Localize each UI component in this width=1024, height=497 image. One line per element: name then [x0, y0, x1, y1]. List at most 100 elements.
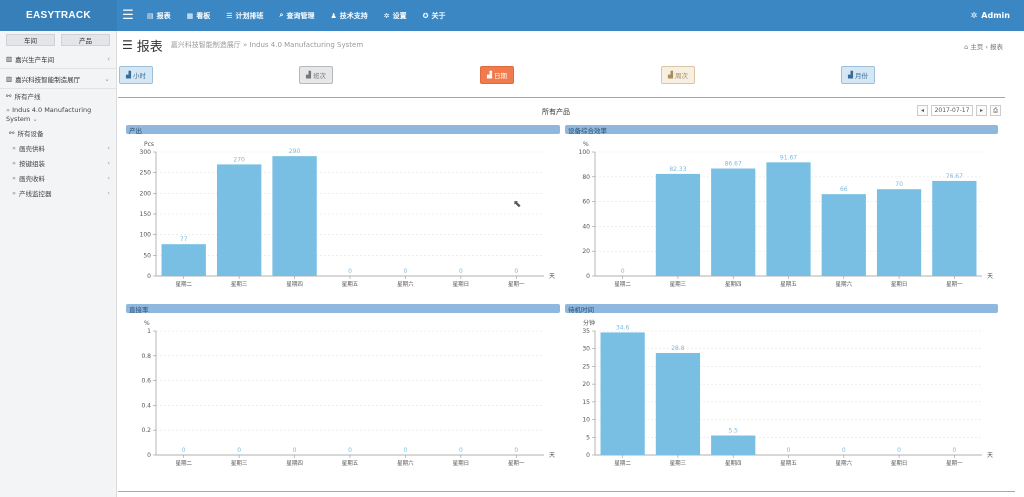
sidebar-tabs: 车间 产品 [0, 31, 116, 49]
button-label: 月份 [855, 72, 868, 80]
sidebar-item-workshop[interactable]: ▥ 嘉兴生产车间 ‹ [0, 49, 116, 69]
data-label: 0 [348, 268, 352, 275]
date-field[interactable]: 2017-07-17 [931, 105, 973, 116]
month-button[interactable]: ▟ 月份 [841, 66, 875, 84]
bar[interactable] [600, 332, 645, 455]
x-unit-label: 天 [549, 273, 555, 280]
tab-product[interactable]: 产品 [61, 34, 110, 46]
board-icon: ▦ [186, 11, 194, 20]
y-tick-label: 15 [582, 399, 590, 406]
data-label: 0 [459, 268, 463, 275]
admin-menu[interactable]: ✲ Admin [971, 0, 1010, 31]
x-tick-label: 星期六 [397, 459, 414, 467]
sidebar-device-item[interactable]: » 按键组装 ‹ [0, 155, 116, 170]
device-label: 产线监控器 [18, 189, 52, 198]
hour-button[interactable]: ▟ 小时 [119, 66, 153, 84]
list-icon: ☰ [226, 11, 233, 20]
nav-plan[interactable]: ☰ 计划排班 [218, 0, 271, 31]
nav-label: 计划排班 [235, 11, 264, 20]
sidebar-line-item[interactable]: » Indus 4.0 Manufacturing System ⌄ [0, 103, 116, 126]
nav-reports[interactable]: ▤ 报表 [139, 0, 179, 31]
data-label: 0 [182, 447, 186, 454]
sidebar-device-item[interactable]: » 画壳供料 ‹ [0, 140, 116, 155]
chart-direct-rate: 直接率 % 0 0.2 0.4 0.6 0.8 1 天 0 星期二 0 星期三 0 星期四 0 星期五 0 星期六… [126, 304, 560, 471]
sidebar: 车间 产品 ▥ 嘉兴生产车间 ‹ ▥ 嘉兴科技智能制造展厅 ⌄ ⚯ 所有产线 » In… [0, 31, 117, 497]
print-icon[interactable]: ⎙ [990, 105, 1001, 116]
sidebar-item-label: 嘉兴科技智能制造展厅 [15, 75, 81, 84]
chart-title: 设备综合效率 [565, 125, 998, 135]
bar[interactable] [216, 164, 262, 276]
chevron-down-icon: ⌄ [104, 74, 110, 83]
bottom-panel-edge [118, 491, 1015, 497]
nav-query[interactable]: ⌕ 查询管理 [272, 0, 323, 31]
bar[interactable] [932, 180, 977, 276]
menu-toggle-icon[interactable]: ☰ [117, 8, 139, 23]
chevron-down-icon: ⌄ [32, 115, 38, 123]
x-tick-label: 星期五 [780, 281, 797, 288]
bar[interactable] [161, 244, 206, 276]
y-tick-label: 200 [140, 190, 152, 197]
y-tick-label: 20 [582, 381, 590, 388]
nav-board[interactable]: ▦ 看板 [179, 0, 219, 31]
button-label: 日期 [494, 72, 507, 80]
data-label: 76.67 [946, 173, 963, 180]
shift-button[interactable]: ▟ 班次 [299, 66, 333, 84]
data-label: 91.67 [780, 154, 797, 161]
sidebar-device-item[interactable]: » 画壳收料 ‹ [0, 170, 116, 185]
y-tick-label: 5 [586, 434, 590, 441]
x-tick-label: 星期三 [231, 460, 248, 467]
data-label: 5.5 [728, 428, 738, 435]
data-label: 0 [897, 447, 901, 454]
chart-svg: Pcs 0 50 100 150 200 250 300 天 77 星期二 270 星期三 290 星期四 0… [140, 141, 555, 288]
sidebar-line-label: Indus 4.0 Manufacturing System [6, 106, 92, 123]
page-header: ☰ 报表 嘉兴科技智能制造展厅 » Indus 4.0 Manufacturing… [118, 31, 1015, 59]
nav-label: 关于 [431, 11, 446, 20]
bar[interactable] [655, 352, 701, 455]
sidebar-all-devices[interactable]: ⚯ 所有设备 [0, 126, 116, 140]
prev-date-button[interactable]: ◂ [917, 105, 928, 116]
nav-settings[interactable]: ✲ 设置 [376, 0, 415, 31]
bar[interactable] [766, 162, 811, 276]
bar[interactable] [821, 194, 866, 276]
sidebar-device-item[interactable]: » 产线监控器 ‹ [0, 185, 116, 200]
bar[interactable] [711, 168, 756, 276]
sitemap-icon: ⚯ [9, 129, 15, 137]
bar[interactable] [272, 156, 317, 276]
breadcrumb[interactable]: ⌂ 主页 › 报表 [964, 41, 1003, 51]
y-tick-label: 0 [147, 273, 151, 280]
report-icon: ☰ [122, 38, 133, 52]
bar[interactable] [711, 435, 756, 455]
x-tick-label: 星期日 [453, 460, 470, 467]
sidebar-all-lines[interactable]: ⚯ 所有产线 [0, 89, 116, 103]
bar-chart-icon: ▟ [668, 71, 673, 79]
y-tick-label: 250 [140, 170, 152, 177]
x-tick-label: 星期五 [342, 460, 359, 467]
x-tick-label: 星期二 [175, 460, 192, 467]
nav-support[interactable]: ♟ 技术支持 [322, 0, 375, 31]
panel-title: 所有产品 [542, 108, 570, 116]
y-tick-label: 30 [582, 346, 590, 353]
data-label: 0 [621, 268, 625, 275]
tab-workshop[interactable]: 车间 [6, 34, 55, 46]
y-unit-label: Pcs [144, 141, 154, 148]
week-button[interactable]: ▟ 周次 [661, 66, 695, 84]
chevron-left-icon: ‹ [107, 143, 110, 152]
button-label: 小时 [133, 72, 146, 80]
sidebar-item-showroom[interactable]: ▥ 嘉兴科技智能制造展厅 ⌄ [0, 69, 116, 89]
bar[interactable] [876, 189, 922, 276]
bar-chart-icon: ▟ [487, 71, 492, 79]
info-icon: ✪ [422, 11, 429, 20]
page-title: ☰ 报表 [122, 36, 163, 55]
y-tick-label: 35 [582, 328, 590, 335]
nav-about[interactable]: ✪ 关于 [415, 0, 454, 31]
date-button[interactable]: ▟ 日期 [480, 66, 514, 84]
x-tick-label: 星期四 [725, 281, 742, 288]
x-tick-label: 星期六 [836, 280, 853, 288]
next-date-button[interactable]: ▸ [976, 105, 987, 116]
page-title-text: 报表 [136, 39, 163, 55]
bar[interactable] [655, 173, 701, 276]
y-tick-label: 0.4 [141, 402, 151, 409]
chart-oee: 设备综合效率 % 0 20 40 60 80 100 天 0 星期二 82.33 星期三 86.67 星期… [565, 125, 998, 292]
brand-logo[interactable]: EASYTRACK [0, 0, 117, 31]
period-selector: ▟ 小时 ▟ 班次 ▟ 日期 ▟ 周次 ▟ 月份 [118, 59, 1015, 97]
